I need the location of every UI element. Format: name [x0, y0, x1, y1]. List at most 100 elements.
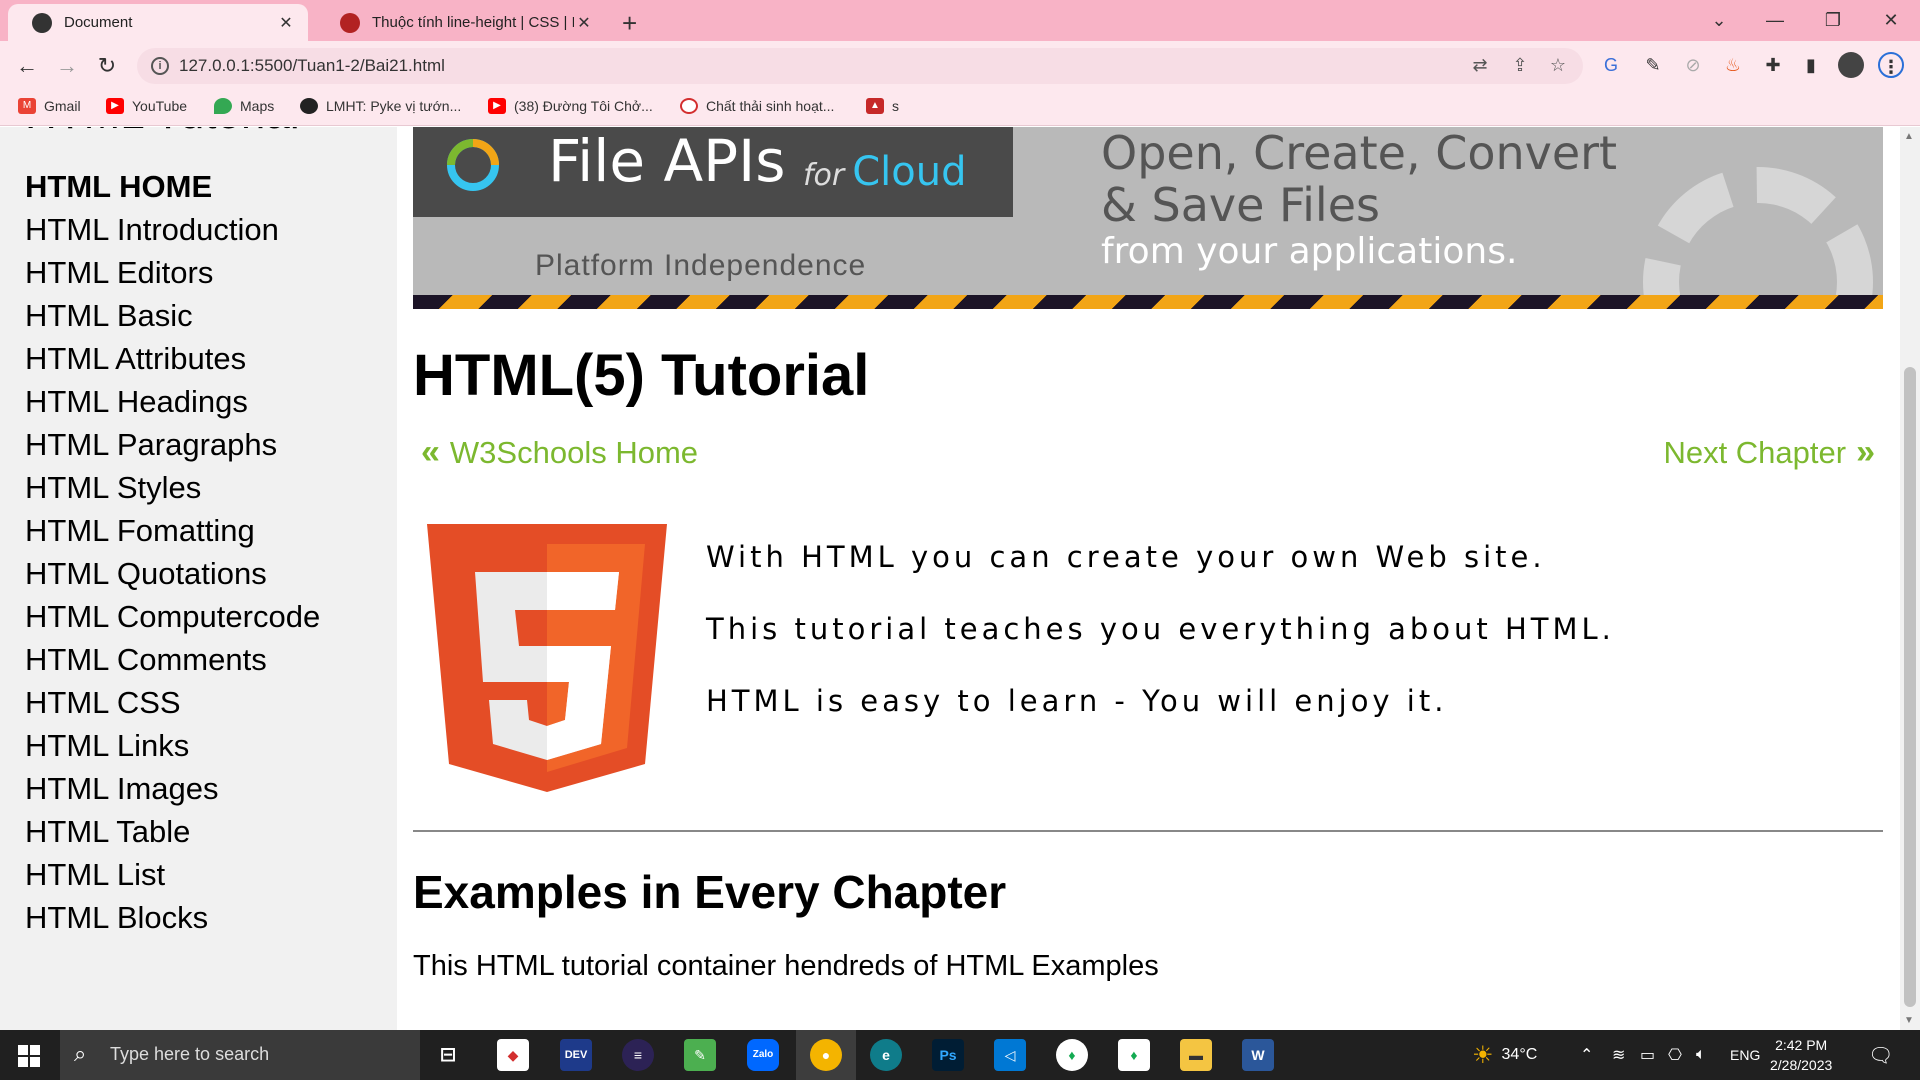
close-window-button[interactable]: ✕	[1862, 0, 1920, 41]
mongodb-icon[interactable]: ♦	[1056, 1039, 1088, 1071]
sidebar-item-introduction[interactable]: HTML Introduction	[25, 208, 320, 251]
restore-button[interactable]: ❐	[1804, 0, 1862, 41]
search-placeholder: Type here to search	[110, 1044, 270, 1064]
chevron-down-icon[interactable]: ⌄	[1690, 0, 1748, 41]
scroll-down-icon[interactable]: ▼	[1904, 1015, 1914, 1026]
bookmark-s[interactable]: ▲ s	[866, 98, 899, 114]
zalo-icon[interactable]: Zalo	[747, 1039, 779, 1071]
google-translate-icon[interactable]: G	[1598, 52, 1624, 78]
tab-document[interactable]: Document ✕	[8, 4, 308, 41]
sidebar-item-styles[interactable]: HTML Styles	[25, 466, 320, 509]
browser-toolbar: ← → ↻ i 127.0.0.1:5500/Tuan1-2/Bai21.htm…	[0, 41, 1920, 90]
side-panel-icon[interactable]: ▮	[1798, 52, 1824, 78]
minimize-button[interactable]: —	[1746, 0, 1804, 41]
back-button[interactable]: ←	[12, 51, 42, 81]
prev-link[interactable]: « W3Schools Home	[421, 433, 698, 472]
windows-start-icon[interactable]	[18, 1045, 40, 1067]
task-view-icon[interactable]: ⊟	[432, 1039, 464, 1071]
reload-button[interactable]: ↻	[92, 51, 122, 81]
sticky-app-icon[interactable]: ✎	[684, 1039, 716, 1071]
app-icon-red[interactable]: ◆	[497, 1039, 529, 1071]
share-icon[interactable]: ⇪	[1509, 55, 1531, 77]
chrome-icon[interactable]: ●	[810, 1039, 842, 1071]
info-icon[interactable]: i	[151, 57, 169, 75]
file-explorer-icon[interactable]: ▬	[1180, 1039, 1212, 1071]
bookmark-lmht[interactable]: LMHT: Pyke vị tướn...	[300, 98, 461, 114]
page-title: HTML(5) Tutorial	[413, 343, 870, 408]
mongodb-compass-icon[interactable]: ♦	[1118, 1039, 1150, 1071]
weather-icon: ☀	[1472, 1041, 1494, 1069]
bookmark-label: (38) Đường Tôi Chở...	[514, 98, 653, 114]
intro-text: With HTML you can create your own Web si…	[706, 540, 1615, 756]
banner-title: File APIs	[548, 127, 786, 195]
bookmark-youtube[interactable]: ▶ YouTube	[106, 98, 187, 114]
bookmark-star-icon[interactable]: ☆	[1547, 55, 1569, 77]
battery-icon[interactable]: ▭	[1640, 1030, 1655, 1080]
eyedropper-icon[interactable]: ✎	[1640, 52, 1666, 78]
system-clock[interactable]: 2:42 PM 2/28/2023	[1770, 1035, 1832, 1075]
tab-title: Thuộc tính line-height | CSS | Ho	[372, 14, 574, 31]
sidebar-item-blocks[interactable]: HTML Blocks	[25, 896, 320, 939]
url-text[interactable]: 127.0.0.1:5500/Tuan1-2/Bai21.html	[179, 56, 445, 76]
sidebar-item-css[interactable]: HTML CSS	[25, 681, 320, 724]
edge-icon[interactable]: e	[870, 1039, 902, 1071]
close-icon[interactable]: ✕	[574, 13, 594, 33]
extensions-puzzle-icon[interactable]: ✚	[1760, 52, 1786, 78]
ad-banner[interactable]: File APIs for Cloud Platform Independence…	[413, 127, 1883, 309]
sidebar-item-list[interactable]: HTML List	[25, 853, 320, 896]
sidebar-item-images[interactable]: HTML Images	[25, 767, 320, 810]
bookmark-chat-thai[interactable]: Chất thải sinh hoạt...	[680, 98, 834, 114]
sidebar-title: HTML Tutorial	[25, 127, 300, 139]
sidebar-item-table[interactable]: HTML Table	[25, 810, 320, 853]
forward-button[interactable]: →	[52, 51, 82, 81]
language-indicator[interactable]: ENG	[1730, 1030, 1760, 1080]
bookmark-gmail[interactable]: M Gmail	[18, 98, 81, 114]
youtube-icon: ▶	[106, 98, 124, 114]
sidebar-item-html-home[interactable]: HTML HOME	[25, 165, 320, 208]
photoshop-icon[interactable]: Ps	[932, 1039, 964, 1071]
new-tab-button[interactable]: +	[622, 8, 637, 39]
banner-for: for	[803, 158, 845, 193]
device-icon[interactable]: ⎔	[1668, 1030, 1682, 1080]
fire-icon[interactable]: ♨	[1720, 52, 1746, 78]
tab-line-height[interactable]: Thuộc tính line-height | CSS | Ho ✕	[316, 4, 606, 41]
scrollbar-thumb[interactable]	[1904, 367, 1916, 1007]
sidebar-item-formatting[interactable]: HTML Fomatting	[25, 509, 320, 552]
weather-widget[interactable]: ☀ 34°C	[1472, 1030, 1537, 1080]
notification-icon[interactable]: 🗨︎	[1868, 1030, 1893, 1080]
address-bar[interactable]: i 127.0.0.1:5500/Tuan1-2/Bai21.html ⇄ ⇪ …	[137, 48, 1583, 84]
volume-icon[interactable]: 🔈︎	[1696, 1030, 1706, 1080]
next-link[interactable]: Next Chapter »	[1663, 433, 1875, 472]
scroll-up-icon[interactable]: ▲	[1904, 131, 1914, 142]
sidebar-item-comments[interactable]: HTML Comments	[25, 638, 320, 681]
avatar[interactable]	[1838, 52, 1864, 78]
compass-icon[interactable]: ⊘	[1680, 52, 1706, 78]
sidebar-item-basic[interactable]: HTML Basic	[25, 294, 320, 337]
devc-icon[interactable]: DEV	[560, 1039, 592, 1071]
menu-kebab-icon[interactable]: ⋮	[1878, 52, 1904, 78]
word-icon[interactable]: W	[1242, 1039, 1274, 1071]
eclipse-icon[interactable]: ≡	[622, 1039, 654, 1071]
sidebar-item-paragraphs[interactable]: HTML Paragraphs	[25, 423, 320, 466]
sidebar-item-headings[interactable]: HTML Headings	[25, 380, 320, 423]
vscode-icon[interactable]: ◁	[994, 1039, 1026, 1071]
sidebar-item-quotations[interactable]: HTML Quotations	[25, 552, 320, 595]
sidebar-item-links[interactable]: HTML Links	[25, 724, 320, 767]
section-divider	[413, 830, 1883, 832]
sidebar-item-computercode[interactable]: HTML Computercode	[25, 595, 320, 638]
sidebar-item-attributes[interactable]: HTML Attributes	[25, 337, 320, 380]
weather-temp: 34°C	[1501, 1046, 1538, 1063]
close-icon[interactable]: ✕	[276, 13, 296, 33]
bookmark-label: Chất thải sinh hoạt...	[706, 98, 835, 114]
gmail-icon: M	[18, 98, 36, 114]
wifi-icon[interactable]: ≋	[1612, 1030, 1625, 1080]
hazard-stripe	[413, 295, 1883, 309]
chevron-up-icon[interactable]: ⌃	[1580, 1030, 1593, 1080]
page-scrollbar[interactable]: ▲ ▼	[1900, 127, 1920, 1030]
taskbar-search[interactable]: ⌕ Type here to search	[60, 1030, 420, 1080]
intro-line: This tutorial teaches you everything abo…	[706, 612, 1615, 646]
bookmark-maps[interactable]: Maps	[214, 98, 274, 114]
translate-icon[interactable]: ⇄	[1469, 55, 1491, 77]
sidebar-item-editors[interactable]: HTML Editors	[25, 251, 320, 294]
bookmark-duong-toi-cho[interactable]: ▶ (38) Đường Tôi Chở...	[488, 98, 653, 114]
